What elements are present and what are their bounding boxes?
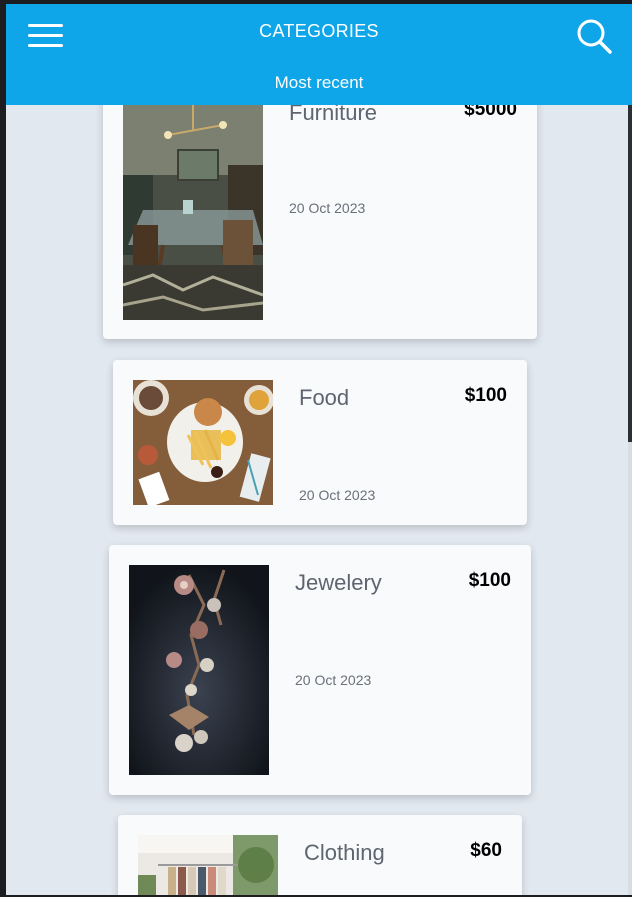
category-card-food[interactable]: Food $100 20 Oct 2023 <box>113 360 527 525</box>
card-title: Clothing <box>304 840 385 865</box>
food-image <box>133 380 273 505</box>
card-date: 20 Oct 2023 <box>299 487 376 503</box>
scrollbar-thumb[interactable] <box>628 62 632 442</box>
card-price: $100 <box>468 570 511 591</box>
jewelery-image <box>129 565 269 775</box>
card-price: $100 <box>464 385 507 406</box>
category-card-clothing[interactable]: Clothing $60 <box>118 815 522 895</box>
app-viewport: Furniture $5000 20 Oct 2023 Food $100 20… <box>6 4 632 895</box>
app-header: CATEGORIES Most recent <box>6 4 632 105</box>
card-title: Food <box>299 385 350 410</box>
card-date: 20 Oct 2023 <box>295 672 372 688</box>
category-card-furniture[interactable]: Furniture $5000 20 Oct 2023 <box>103 66 537 339</box>
card-price: $60 <box>470 840 502 861</box>
card-date: 20 Oct 2023 <box>289 200 366 216</box>
page-title: CATEGORIES <box>259 21 379 41</box>
sort-label[interactable]: Most recent <box>6 73 632 93</box>
clothing-image <box>138 835 278 895</box>
card-title: Jewelery <box>295 570 382 595</box>
search-icon[interactable] <box>574 16 614 56</box>
category-card-jewelery[interactable]: Jewelery $100 20 Oct 2023 <box>109 545 531 795</box>
furniture-image <box>123 105 263 320</box>
